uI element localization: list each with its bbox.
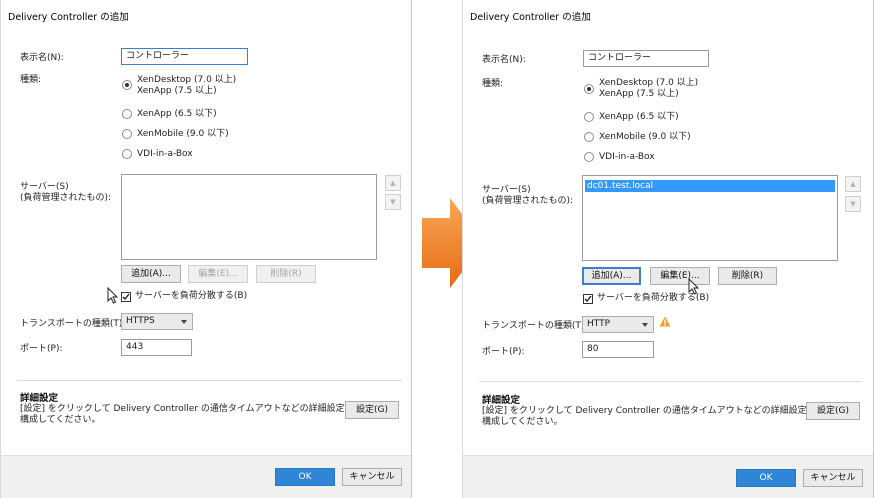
checkbox-checked-icon [583, 293, 593, 304]
servers-sublabel: (負荷管理されたもの): [482, 196, 574, 206]
radio-xenapp-65[interactable]: XenApp (6.5 以下) [584, 112, 679, 123]
dialog-add-delivery-controller-after: Delivery Controller の追加 表示名(N): コントローラー … [462, 0, 874, 498]
divider [479, 381, 862, 382]
radio-label-sub: XenApp (7.5 以上) [137, 86, 217, 96]
port-input[interactable]: 80 [582, 341, 654, 358]
dialog-footer: OK キャンセル [1, 455, 411, 498]
add-button[interactable]: 追加(A)... [121, 265, 181, 283]
ok-button[interactable]: OK [275, 468, 335, 486]
radio-icon [584, 152, 594, 162]
advanced-settings-title: 詳細設定 [482, 395, 521, 406]
transport-value: HTTP [587, 319, 611, 329]
radio-xenmobile[interactable]: XenMobile (9.0 以下) [584, 132, 691, 143]
edit-button[interactable]: 編集(E)... [650, 267, 710, 285]
move-up-button[interactable]: ▲ [845, 176, 861, 192]
dialog-title: Delivery Controller の追加 [8, 12, 129, 23]
checkbox-checked-icon [121, 291, 131, 302]
radio-xendesktop[interactable]: XenDesktop (7.0 以上) XenApp (7.5 以上) [584, 78, 698, 100]
move-down-button[interactable]: ▼ [845, 196, 861, 212]
move-up-button[interactable]: ▲ [385, 175, 401, 191]
transport-label: トランスポートの種類(T): [20, 319, 126, 329]
radio-xendesktop[interactable]: XenDesktop (7.0 以上) XenApp (7.5 以上) [122, 75, 236, 97]
transport-dropdown[interactable]: HTTP [582, 316, 654, 333]
radio-vdi-in-a-box[interactable]: VDI-in-a-Box [122, 149, 193, 160]
advanced-settings-desc: [設定] をクリックして Delivery Controller の通信タイムア… [482, 406, 816, 416]
radio-selected-icon [584, 84, 594, 94]
dialog-add-delivery-controller-before: Delivery Controller の追加 表示名(N): コントローラー … [0, 0, 412, 498]
radio-label-sub: XenApp (7.5 以上) [599, 89, 679, 99]
transport-dropdown[interactable]: HTTPS [121, 313, 193, 330]
radio-label: XenMobile (9.0 以下) [599, 132, 691, 142]
type-label: 種類: [20, 75, 42, 85]
radio-label: XenApp (6.5 以下) [137, 109, 217, 119]
radio-selected-icon [122, 80, 132, 90]
dialog-title: Delivery Controller の追加 [470, 12, 591, 23]
display-name-input[interactable]: コントローラー [583, 50, 709, 67]
radio-icon [584, 132, 594, 142]
advanced-settings-desc: [設定] をクリックして Delivery Controller の通信タイムア… [20, 404, 354, 414]
port-input[interactable]: 443 [121, 339, 192, 356]
load-balance-checkbox[interactable]: サーバーを負荷分散する(B) [121, 291, 247, 302]
radio-label: XenMobile (9.0 以下) [137, 129, 229, 139]
servers-listbox[interactable] [121, 174, 377, 260]
settings-button[interactable]: 設定(G) [345, 401, 399, 419]
transport-label: トランスポートの種類(T): [482, 321, 588, 331]
radio-xenmobile[interactable]: XenMobile (9.0 以下) [122, 129, 229, 140]
type-label: 種類: [482, 79, 504, 89]
settings-button[interactable]: 設定(G) [806, 402, 860, 420]
delete-button[interactable]: 削除(R) [718, 267, 777, 285]
radio-vdi-in-a-box[interactable]: VDI-in-a-Box [584, 152, 655, 163]
cancel-button[interactable]: キャンセル [342, 468, 402, 486]
radio-label: XenDesktop (7.0 以上) [137, 75, 237, 85]
radio-icon [122, 129, 132, 139]
chevron-down-icon [181, 320, 187, 324]
transport-value: HTTPS [126, 316, 155, 326]
servers-label: サーバー(S) [482, 185, 531, 195]
servers-label: サーバー(S) [20, 182, 69, 192]
delete-button[interactable]: 削除(R) [256, 265, 316, 283]
edit-button[interactable]: 編集(E)... [188, 265, 248, 283]
display-name-label: 表示名(N): [482, 55, 526, 65]
radio-icon [122, 149, 132, 159]
port-label: ポート(P): [20, 344, 63, 354]
list-item-selected[interactable]: dc01.test.local [585, 180, 835, 192]
radio-label: VDI-in-a-Box [599, 152, 655, 162]
mouse-cursor-icon [107, 287, 119, 304]
cancel-button[interactable]: キャンセル [803, 469, 863, 487]
load-balance-label: サーバーを負荷分散する(B) [135, 291, 248, 301]
divider [17, 380, 402, 381]
radio-xenapp-65[interactable]: XenApp (6.5 以下) [122, 109, 217, 120]
radio-label: XenApp (6.5 以下) [599, 112, 679, 122]
display-name-label: 表示名(N): [20, 53, 64, 63]
dialog-footer: OK キャンセル [463, 455, 873, 498]
radio-icon [122, 109, 132, 119]
load-balance-checkbox[interactable]: サーバーを負荷分散する(B) [583, 293, 709, 304]
advanced-settings-desc-2: 構成してください。 [482, 417, 563, 427]
ok-button[interactable]: OK [736, 469, 796, 487]
advanced-settings-title: 詳細設定 [20, 393, 59, 404]
radio-label: XenDesktop (7.0 以上) [599, 78, 699, 88]
advanced-settings-desc-2: 構成してください。 [20, 415, 101, 425]
move-down-button[interactable]: ▼ [385, 194, 401, 210]
radio-label: VDI-in-a-Box [137, 149, 193, 159]
radio-icon [584, 112, 594, 122]
add-button[interactable]: 追加(A)... [582, 267, 641, 285]
display-name-input[interactable]: コントローラー [121, 48, 248, 65]
servers-listbox[interactable]: dc01.test.local [582, 175, 838, 261]
load-balance-label: サーバーを負荷分散する(B) [597, 293, 710, 303]
chevron-down-icon [642, 323, 648, 327]
port-label: ポート(P): [482, 347, 525, 357]
servers-sublabel: (負荷管理されたもの): [20, 193, 112, 203]
warning-icon [659, 316, 671, 327]
